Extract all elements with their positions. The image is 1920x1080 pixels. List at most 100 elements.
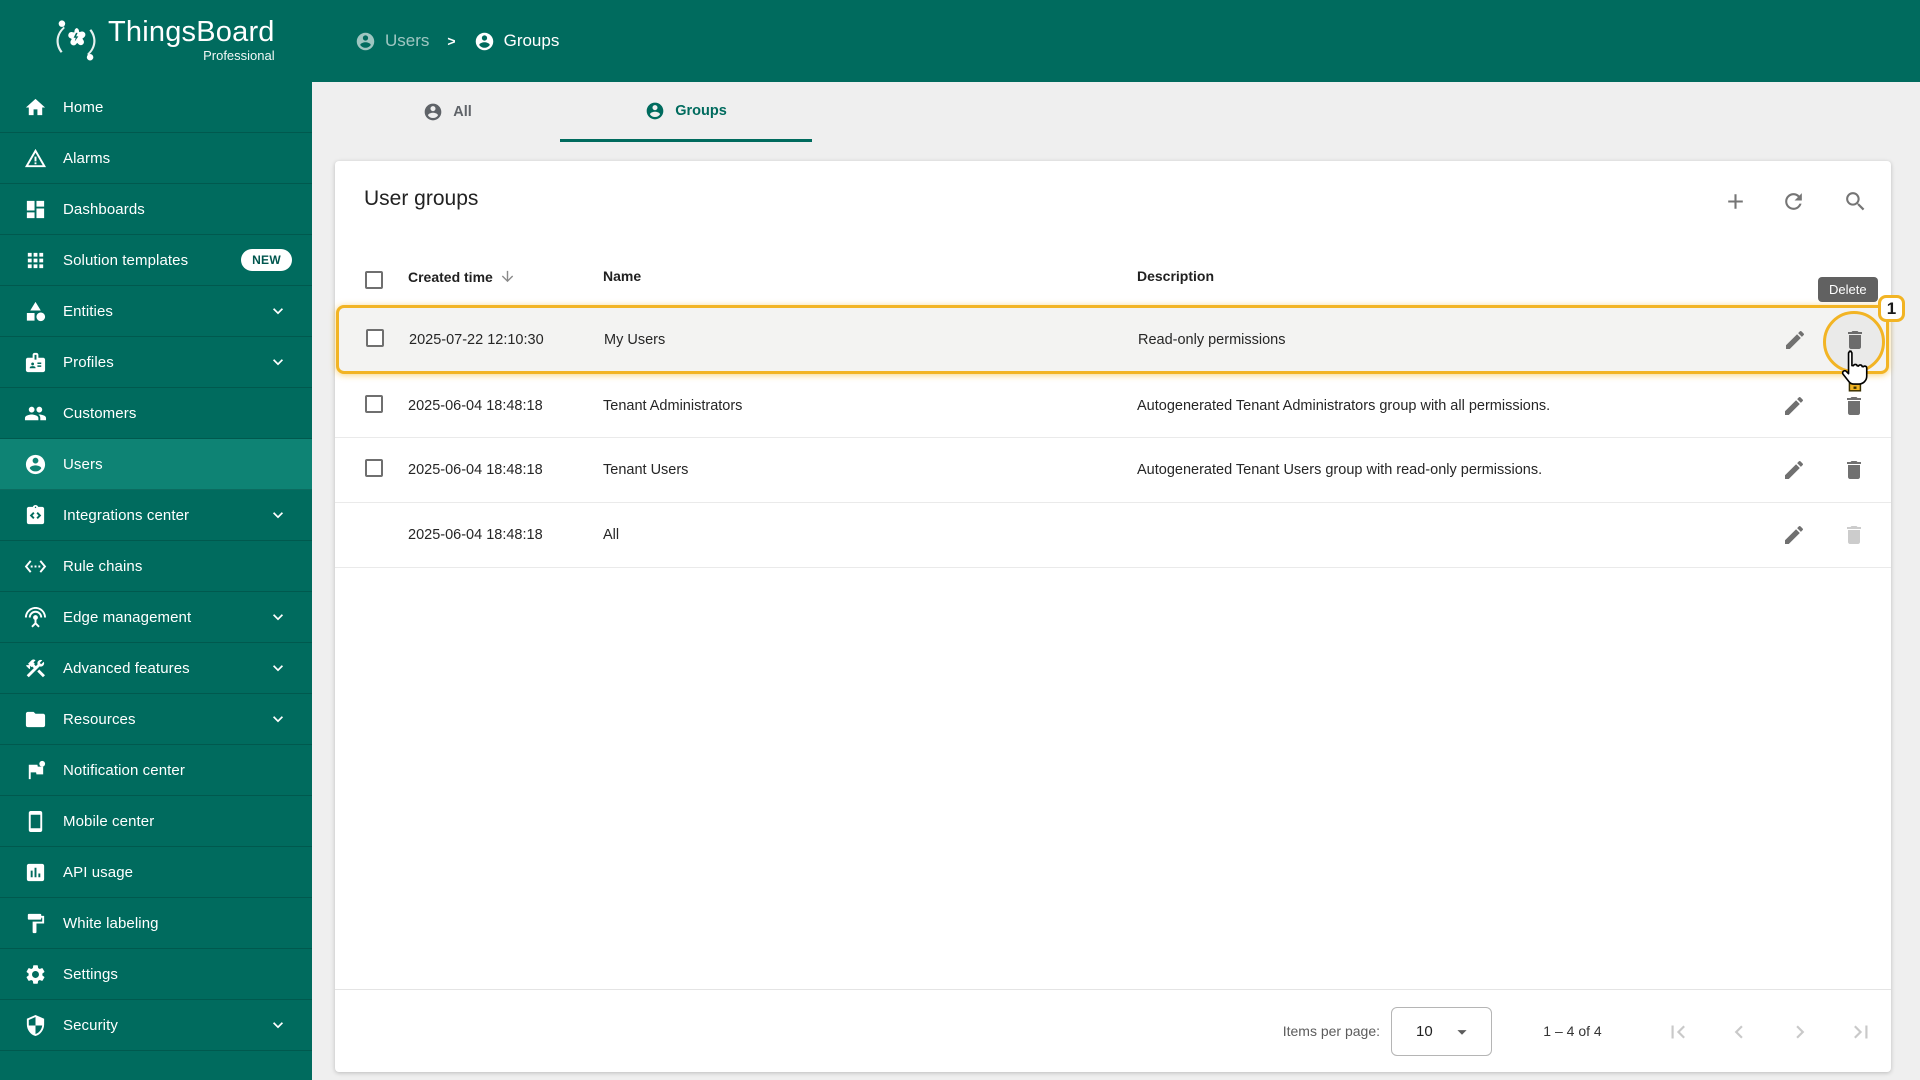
select-all-checkbox[interactable] bbox=[365, 271, 383, 289]
sidebar-item-label: Mobile center bbox=[63, 812, 155, 830]
sidebar-item-label: Notification center bbox=[63, 761, 185, 779]
tab-all[interactable]: All bbox=[335, 82, 560, 142]
sidebar-item-settings[interactable]: Settings bbox=[0, 949, 312, 1000]
page-size-select[interactable]: 10 bbox=[1391, 1007, 1492, 1056]
cell-description: Autogenerated Tenant Users group with re… bbox=[1137, 462, 1543, 478]
refresh-icon bbox=[1784, 192, 1802, 210]
dashboard-icon bbox=[26, 200, 45, 218]
delete-button[interactable] bbox=[1834, 450, 1874, 490]
column-header-description[interactable]: Description bbox=[1137, 268, 1214, 284]
sidebar-item-advanced-features[interactable]: Advanced features bbox=[0, 643, 312, 694]
step-annotation-badge: 1 bbox=[1878, 295, 1905, 322]
main-content: All Groups User groups Created time Name bbox=[312, 82, 1920, 1080]
table-row[interactable]: 2025-07-22 12:10:30 My Users Read-only p… bbox=[336, 305, 1889, 374]
table-row[interactable]: 2025-06-04 18:48:18 Tenant Users Autogen… bbox=[335, 438, 1891, 503]
logo-title: ThingsBoard bbox=[108, 16, 275, 48]
people-icon bbox=[24, 406, 47, 420]
sidebar-item-mobile-center[interactable]: Mobile center bbox=[0, 796, 312, 847]
badge-icon bbox=[25, 352, 46, 372]
sidebar-item-customers[interactable]: Customers bbox=[0, 388, 312, 439]
refresh-button[interactable] bbox=[1773, 181, 1813, 221]
sidebar-item-profiles[interactable]: Profiles bbox=[0, 337, 312, 388]
column-label: Name bbox=[603, 268, 642, 284]
breadcrumb-groups[interactable]: Groups bbox=[474, 31, 559, 52]
cell-name: All bbox=[603, 527, 620, 543]
cell-created-time: 2025-06-04 18:48:18 bbox=[408, 397, 543, 414]
apps-icon bbox=[27, 252, 44, 268]
column-label: Created time bbox=[408, 268, 493, 285]
thingsboard-logo[interactable]: ThingsBoard Professional bbox=[50, 14, 275, 68]
row-checkbox[interactable] bbox=[365, 394, 383, 413]
chevron-down-icon bbox=[273, 308, 283, 315]
tab-bar: All Groups bbox=[312, 82, 812, 144]
next-page-button[interactable] bbox=[1787, 1019, 1813, 1045]
sidebar-item-security[interactable]: Security bbox=[0, 1000, 312, 1051]
breadcrumb-separator: > bbox=[447, 33, 456, 49]
account-icon bbox=[424, 103, 442, 121]
sidebar-item-users[interactable]: Users bbox=[0, 439, 312, 490]
table-row[interactable]: 2025-06-04 18:48:18 Tenant Administrator… bbox=[335, 374, 1891, 438]
sidebar-item-rule-chains[interactable]: Rule chains bbox=[0, 541, 312, 592]
sidebar-item-alarms[interactable]: Alarms bbox=[0, 133, 312, 184]
table-row[interactable]: 2025-06-04 18:48:18 All bbox=[335, 503, 1891, 568]
row-checkbox[interactable] bbox=[365, 459, 383, 477]
first-page-icon bbox=[1671, 1025, 1685, 1039]
first-page-button[interactable] bbox=[1665, 1019, 1691, 1045]
page-range-label: 1 – 4 of 4 bbox=[1543, 1023, 1602, 1039]
sidebar-item-api-usage[interactable]: API usage bbox=[0, 847, 312, 898]
sidebar-item-solution-templates[interactable]: Solution templates NEW bbox=[0, 235, 312, 286]
sidebar-item-entities[interactable]: Entities bbox=[0, 286, 312, 337]
thingsboard-logo-icon bbox=[56, 20, 96, 61]
breadcrumb-label: Users bbox=[385, 31, 430, 50]
cell-name: Tenant Administrators bbox=[603, 397, 743, 414]
sidebar-item-label: White labeling bbox=[63, 914, 159, 932]
account-icon bbox=[475, 32, 493, 50]
sidebar: Home Alarms Dashboards Solution template… bbox=[0, 82, 312, 1080]
sidebar-item-resources[interactable]: Resources bbox=[0, 694, 312, 745]
column-header-created-time[interactable]: Created time bbox=[408, 268, 516, 285]
search-button[interactable] bbox=[1835, 181, 1875, 221]
sidebar-item-label: Solution templates bbox=[63, 251, 189, 269]
last-page-icon bbox=[1854, 1025, 1868, 1039]
sidebar-item-notification-center[interactable]: Notification center bbox=[0, 745, 312, 796]
edit-button[interactable] bbox=[1774, 386, 1814, 426]
items-per-page-label: Items per page: bbox=[1282, 1023, 1380, 1039]
edit-button[interactable] bbox=[1774, 450, 1814, 490]
column-header-name[interactable]: Name bbox=[603, 268, 641, 284]
chart-icon bbox=[26, 863, 45, 881]
previous-page-button[interactable] bbox=[1726, 1019, 1752, 1045]
sidebar-item-white-labeling[interactable]: White labeling bbox=[0, 898, 312, 949]
gear-icon bbox=[26, 964, 45, 984]
tab-label: All bbox=[453, 104, 472, 120]
sidebar-item-label: Profiles bbox=[63, 353, 114, 371]
sidebar-item-label: API usage bbox=[63, 863, 134, 881]
last-page-button[interactable] bbox=[1848, 1019, 1874, 1045]
rule-chain-icon bbox=[24, 559, 47, 573]
tab-groups[interactable]: Groups bbox=[560, 82, 812, 142]
sidebar-item-dashboards[interactable]: Dashboards bbox=[0, 184, 312, 235]
add-button[interactable] bbox=[1715, 181, 1755, 221]
sidebar-item-label: Resources bbox=[63, 710, 136, 728]
tab-label: Groups bbox=[675, 102, 727, 119]
logo-subtitle: Professional bbox=[203, 48, 275, 63]
sidebar-item-edge-management[interactable]: Edge management bbox=[0, 592, 312, 643]
shield-icon bbox=[26, 1014, 45, 1036]
sidebar-item-label: Dashboards bbox=[63, 200, 145, 218]
sidebar-item-home[interactable]: Home bbox=[0, 82, 312, 133]
column-label: Description bbox=[1137, 268, 1215, 284]
chevron-down-icon bbox=[273, 665, 283, 672]
search-icon bbox=[1845, 191, 1864, 210]
new-badge: NEW bbox=[241, 249, 292, 271]
sidebar-item-label: Integrations center bbox=[63, 506, 190, 524]
delete-tooltip: Delete bbox=[1818, 277, 1878, 302]
chevron-down-icon bbox=[273, 716, 283, 723]
plus-icon bbox=[1727, 193, 1743, 209]
user-groups-panel: User groups Created time Name Descriptio… bbox=[335, 161, 1905, 1072]
breadcrumb-users[interactable]: Users bbox=[355, 31, 429, 52]
edit-button[interactable] bbox=[1775, 320, 1815, 360]
sidebar-item-label: Users bbox=[63, 455, 103, 473]
edit-button[interactable] bbox=[1774, 515, 1814, 555]
row-checkbox[interactable] bbox=[366, 328, 384, 347]
sidebar-item-integrations-center[interactable]: Integrations center bbox=[0, 490, 312, 541]
warning-icon bbox=[24, 148, 47, 167]
